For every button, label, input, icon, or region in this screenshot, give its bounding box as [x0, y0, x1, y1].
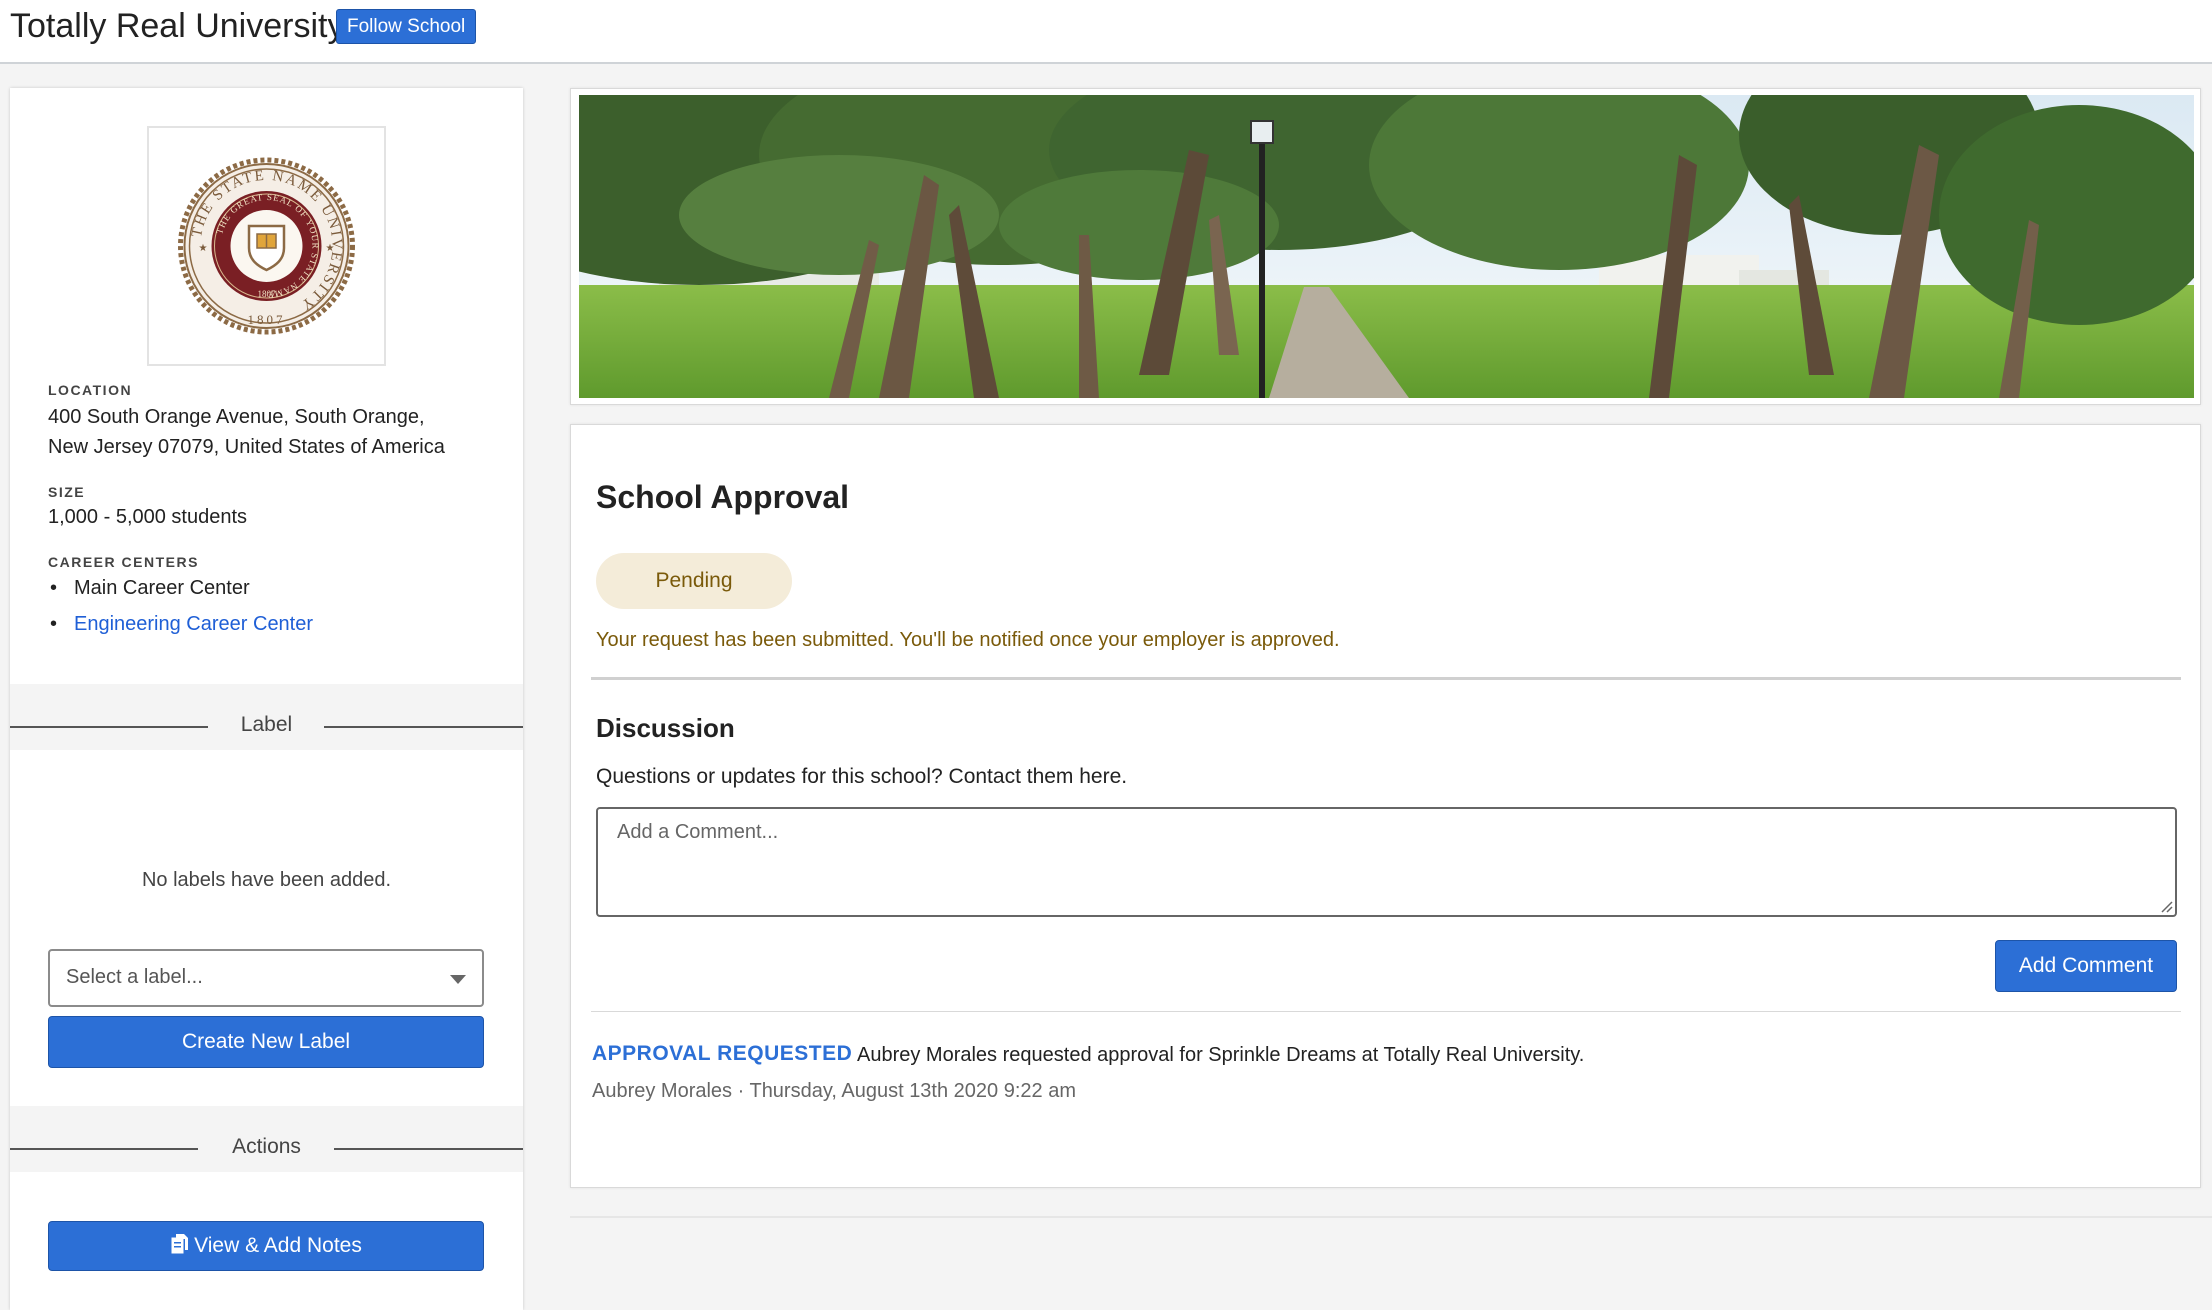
career-centers-list: Main Career Center Engineering Career Ce… [48, 570, 313, 642]
comment-placeholder: Add a Comment... [617, 821, 779, 843]
activity-text: Aubrey Morales requested approval for Sp… [857, 1044, 1585, 1066]
location-line-2: New Jersey 07079, United States of Ameri… [48, 436, 445, 458]
approval-status-message: Your request has been submitted. You'll … [596, 629, 1340, 651]
resize-grip-icon[interactable] [2159, 899, 2173, 913]
seal-year-outer: 1807 [248, 312, 286, 327]
activity-tag: APPROVAL REQUESTED [592, 1042, 853, 1065]
status-badge: Pending [596, 553, 792, 609]
career-centers-label: CAREER CENTERS [48, 554, 199, 570]
notes-icon [170, 1225, 190, 1273]
location-label: LOCATION [48, 382, 133, 398]
view-add-notes-label: View & Add Notes [194, 1234, 362, 1257]
divider [324, 726, 523, 728]
create-new-label-button[interactable]: Create New Label [48, 1016, 484, 1068]
school-info-sidebar: THE STATE NAME UNIVERSITY THE GREAT SEAL… [10, 88, 523, 1310]
career-center-main: Main Career Center [48, 570, 313, 606]
dropdown-caret-icon [450, 975, 466, 984]
activity-meta: Aubrey Morales · Thursday, August 13th 2… [592, 1080, 1076, 1102]
add-comment-button[interactable]: Add Comment [1995, 940, 2177, 992]
divider [570, 1216, 2212, 1218]
label-section-title: Label [240, 713, 293, 736]
divider [591, 1011, 2181, 1012]
top-bar: Totally Real University Follow School [0, 0, 2212, 64]
career-center-engineering-link[interactable]: Engineering Career Center [48, 606, 313, 642]
size-value: 1,000 - 5,000 students [48, 506, 248, 528]
follow-school-button[interactable]: Follow School [336, 9, 477, 44]
seal-year-inner: 1807 [258, 289, 277, 299]
discussion-heading: Discussion [596, 713, 735, 743]
school-seal-logo: THE STATE NAME UNIVERSITY THE GREAT SEAL… [147, 126, 386, 366]
school-approval-heading: School Approval [596, 479, 850, 515]
view-add-notes-button[interactable]: View & Add Notes [48, 1221, 484, 1271]
no-labels-message: No labels have been added. [141, 869, 392, 891]
size-label: SIZE [48, 484, 86, 500]
divider [334, 1148, 523, 1150]
label-section-header: Label [10, 684, 523, 750]
label-select-placeholder: Select a label... [66, 966, 203, 988]
actions-section-title: Actions [232, 1135, 301, 1158]
svg-text:★: ★ [326, 243, 335, 254]
school-title: Totally Real University [10, 7, 345, 45]
divider [591, 677, 2181, 680]
discussion-subtitle: Questions or updates for this school? Co… [596, 765, 1128, 788]
location-line-1: 400 South Orange Avenue, South Orange, [48, 406, 425, 428]
label-select[interactable]: Select a label... [48, 949, 484, 1007]
approval-discussion-card: School Approval Pending Your request has… [570, 424, 2201, 1188]
actions-section-header: Actions [10, 1106, 523, 1172]
campus-banner [570, 88, 2201, 405]
comment-textarea[interactable]: Add a Comment... [596, 807, 2177, 917]
svg-text:★: ★ [199, 243, 208, 254]
campus-banner-image [579, 95, 2194, 398]
